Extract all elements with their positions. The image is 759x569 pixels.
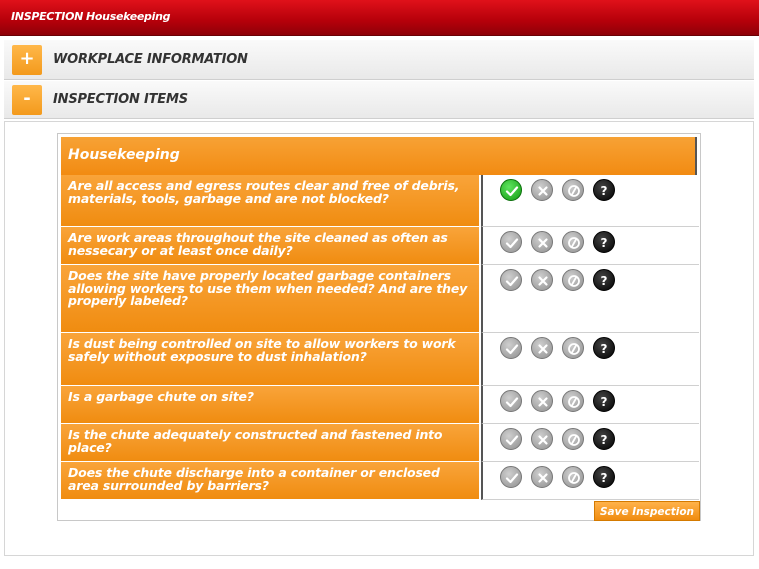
- cross-icon[interactable]: [531, 179, 553, 201]
- answer-options: ?: [481, 424, 699, 462]
- not-applicable-icon[interactable]: [562, 269, 584, 291]
- check-icon[interactable]: [500, 231, 522, 253]
- help-icon[interactable]: ?: [593, 390, 615, 412]
- inspection-question: Is dust being controlled on site to allo…: [61, 333, 479, 386]
- title-prefix: INSPECTION: [11, 10, 84, 23]
- section-workplace-information[interactable]: + WORKPLACE INFORMATION: [4, 40, 754, 80]
- answer-options: ?: [481, 175, 699, 227]
- help-icon[interactable]: ?: [593, 269, 615, 291]
- cross-icon[interactable]: [531, 231, 553, 253]
- check-icon[interactable]: [500, 269, 522, 291]
- not-applicable-icon[interactable]: [562, 179, 584, 201]
- table-heading-label: Housekeeping: [68, 147, 180, 163]
- expand-toggle-button[interactable]: +: [12, 45, 42, 75]
- inspection-row: Are all access and egress routes clear a…: [61, 175, 699, 227]
- section-label: INSPECTION ITEMS: [53, 92, 188, 107]
- inspection-row: Does the chute discharge into a containe…: [61, 462, 699, 500]
- not-applicable-icon[interactable]: [562, 390, 584, 412]
- inspection-question: Does the site have properly located garb…: [61, 265, 479, 333]
- check-icon[interactable]: [500, 428, 522, 450]
- not-applicable-icon[interactable]: [562, 231, 584, 253]
- inspection-row: Is a garbage chute on site??: [61, 386, 699, 424]
- cross-icon[interactable]: [531, 390, 553, 412]
- inspection-question: Is a garbage chute on site?: [61, 386, 479, 424]
- inspection-row: Does the site have properly located garb…: [61, 265, 699, 333]
- answer-options: ?: [481, 333, 699, 386]
- section-label: WORKPLACE INFORMATION: [53, 52, 248, 67]
- answer-options: ?: [481, 227, 699, 265]
- check-icon[interactable]: [500, 390, 522, 412]
- title-bar: INSPECTION Housekeeping: [0, 0, 759, 36]
- check-icon[interactable]: [500, 466, 522, 488]
- inspection-question: Are all access and egress routes clear a…: [61, 175, 479, 227]
- help-icon[interactable]: ?: [593, 466, 615, 488]
- cross-icon[interactable]: [531, 428, 553, 450]
- answer-options: ?: [481, 386, 699, 424]
- check-icon[interactable]: [500, 179, 522, 201]
- not-applicable-icon[interactable]: [562, 337, 584, 359]
- not-applicable-icon[interactable]: [562, 428, 584, 450]
- cross-icon[interactable]: [531, 337, 553, 359]
- inspection-question: Is the chute adequately constructed and …: [61, 424, 479, 462]
- cross-icon[interactable]: [531, 269, 553, 291]
- page-title: Housekeeping: [86, 10, 171, 23]
- section-inspection-items[interactable]: - INSPECTION ITEMS: [4, 81, 754, 119]
- inspection-row: Is dust being controlled on site to allo…: [61, 333, 699, 386]
- collapse-toggle-button[interactable]: -: [12, 85, 42, 115]
- not-applicable-icon[interactable]: [562, 466, 584, 488]
- table-heading: Housekeeping: [61, 137, 697, 175]
- help-icon[interactable]: ?: [593, 231, 615, 253]
- inspection-question: Are work areas throughout the site clean…: [61, 227, 479, 265]
- save-inspection-button[interactable]: Save Inspection: [594, 501, 700, 521]
- inspection-question: Does the chute discharge into a containe…: [61, 462, 479, 500]
- answer-options: ?: [481, 462, 699, 500]
- inspection-row: Is the chute adequately constructed and …: [61, 424, 699, 462]
- help-icon[interactable]: ?: [593, 337, 615, 359]
- inspection-table: Housekeeping Are all access and egress r…: [57, 133, 701, 521]
- cross-icon[interactable]: [531, 466, 553, 488]
- inspection-row: Are work areas throughout the site clean…: [61, 227, 699, 265]
- help-icon[interactable]: ?: [593, 179, 615, 201]
- help-icon[interactable]: ?: [593, 428, 615, 450]
- check-icon[interactable]: [500, 337, 522, 359]
- answer-options: ?: [481, 265, 699, 333]
